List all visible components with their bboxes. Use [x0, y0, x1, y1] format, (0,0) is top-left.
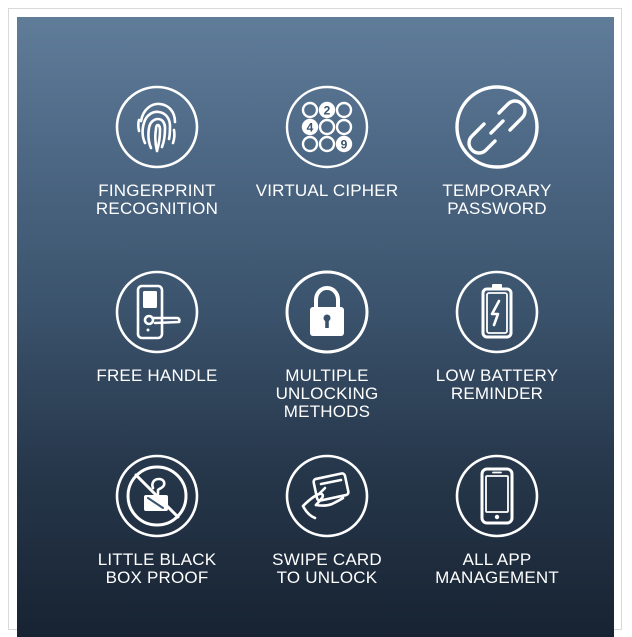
- smartphone-icon: [455, 454, 539, 538]
- feature-label: LITTLE BLACK BOX PROOF: [97, 550, 217, 587]
- feature-panel: FINGERPRINT RECOGNITION 2 4 9 VIRTUAL CI…: [17, 17, 614, 637]
- feature-label: FREE HANDLE: [96, 366, 218, 385]
- keypad-icon: 2 4 9: [285, 85, 369, 169]
- keypad-digit: 9: [341, 138, 348, 152]
- feature-label: LOW BATTERY REMINDER: [435, 366, 559, 403]
- feature-label: VIRTUAL CIPHER: [255, 181, 399, 200]
- fingerprint-icon: [115, 85, 199, 169]
- low-battery-icon: [455, 270, 539, 354]
- temporary-password-icon: [455, 85, 539, 169]
- feature-label: TEMPORARY PASSWORD: [442, 181, 552, 218]
- padlock-icon: [285, 270, 369, 354]
- no-black-box-icon: [115, 454, 199, 538]
- door-handle-icon: [115, 270, 199, 354]
- feature-label: ALL APP MANAGEMENT: [435, 550, 559, 587]
- feature-label: FINGERPRINT RECOGNITION: [95, 181, 219, 218]
- keypad-digit: 4: [307, 121, 314, 135]
- keypad-digit: 2: [324, 104, 331, 118]
- swipe-card-icon: [285, 454, 369, 538]
- feature-label: SWIPE CARD TO UNLOCK: [272, 550, 382, 587]
- feature-label: MULTIPLE UNLOCKING METHODS: [275, 366, 379, 421]
